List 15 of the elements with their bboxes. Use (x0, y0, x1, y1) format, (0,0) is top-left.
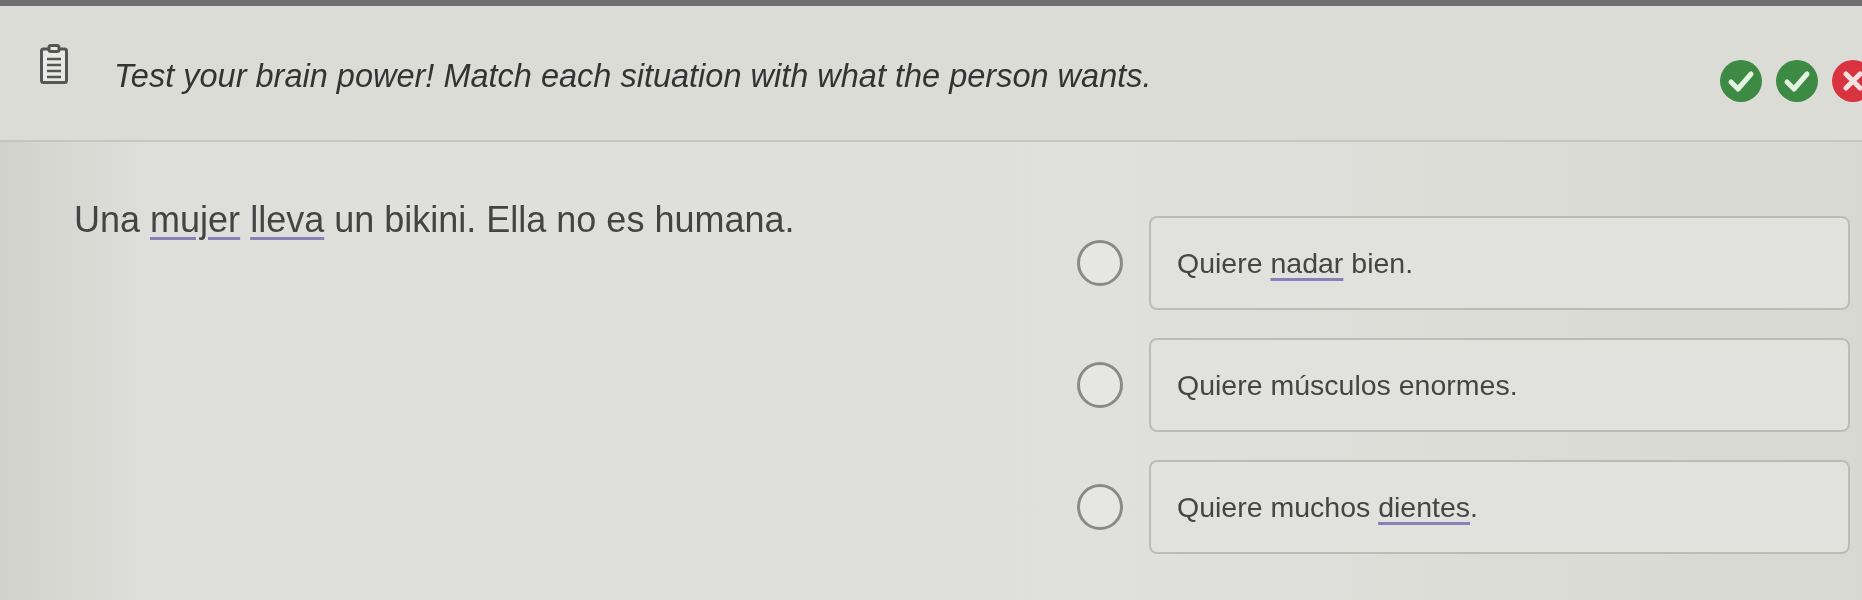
vocab-link[interactable]: lleva (250, 199, 325, 240)
radio-button[interactable] (1077, 484, 1123, 530)
check-circle-icon (1776, 60, 1818, 102)
instructions-title: Test your brain power! Match each situation with what the person wants. (114, 57, 1152, 95)
check-circle-icon (1720, 60, 1762, 102)
question-text: Una mujer lleva un bikini. Ella no es humana. (74, 199, 795, 240)
answer-option[interactable]: Quiere músculos enormes. (1149, 338, 1850, 432)
radio-button[interactable] (1077, 240, 1123, 286)
vocab-link[interactable]: nadar (1270, 246, 1344, 279)
vocab-link[interactable]: dientes (1378, 490, 1471, 523)
clipboard-icon (40, 44, 68, 84)
radio-button[interactable] (1077, 362, 1123, 408)
vocab-link[interactable]: mujer (150, 199, 241, 240)
answer-option[interactable]: Quiere nadar bien. (1149, 216, 1850, 310)
answer-option[interactable]: Quiere muchos dientes. (1149, 460, 1850, 554)
